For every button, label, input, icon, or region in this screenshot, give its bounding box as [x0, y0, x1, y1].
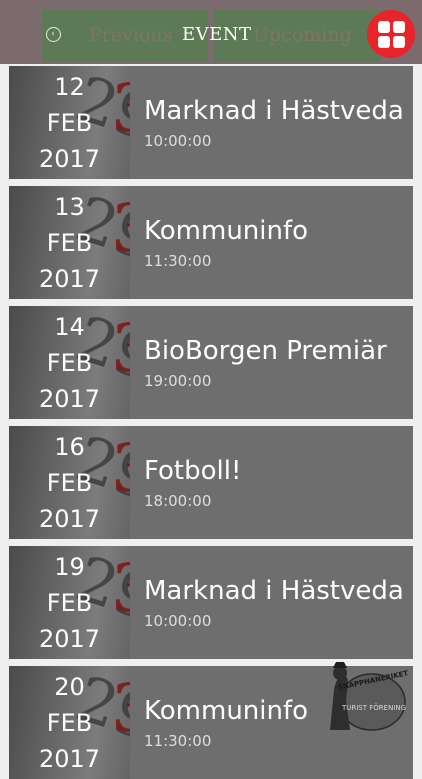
event-month: FEB: [46, 348, 93, 377]
event-year: 2017: [38, 144, 101, 173]
event-name: Fotboll!: [144, 456, 242, 486]
logo-text-bottom: TURIST FÖRENING: [341, 703, 406, 712]
page-title: EVENT: [182, 24, 252, 45]
event-day: 16: [54, 432, 85, 461]
event-month: FEB: [46, 228, 93, 257]
event-name: BioBorgen Premiär: [144, 336, 387, 366]
event-item[interactable]: 293 13 FEB 2017 Kommuninfo 11:30:00: [9, 186, 413, 299]
event-year: 2017: [38, 744, 101, 773]
event-date: 20 FEB 2017: [9, 666, 130, 779]
event-day: 20: [54, 672, 85, 701]
event-month: FEB: [46, 708, 93, 737]
event-item[interactable]: 293 19 FEB 2017 Marknad i Hästveda 10:00…: [9, 546, 413, 659]
event-year: 2017: [38, 624, 101, 653]
tourist-association-logo: SNAPPHANERIKETS TURIST FÖRENING: [320, 660, 414, 732]
event-time: 10:00:00: [144, 612, 212, 630]
tab-previous[interactable]: Previous: [89, 24, 172, 46]
event-item[interactable]: 293 16 FEB 2017 Fotboll! 18:00:00: [9, 426, 413, 539]
event-day: 12: [54, 72, 85, 101]
event-year: 2017: [38, 384, 101, 413]
event-date: 16 FEB 2017: [9, 426, 130, 539]
event-date: 14 FEB 2017: [9, 306, 130, 419]
event-month: FEB: [46, 108, 93, 137]
chevron-left-icon[interactable]: ‹: [46, 27, 61, 42]
event-name: Marknad i Hästveda: [144, 96, 404, 126]
event-day: 14: [54, 312, 85, 341]
event-name: Kommuninfo: [144, 696, 309, 726]
event-time: 18:00:00: [144, 492, 212, 510]
event-date: 12 FEB 2017: [9, 66, 130, 179]
event-date: 13 FEB 2017: [9, 186, 130, 299]
event-item[interactable]: 293 12 FEB 2017 Marknad i Hästveda 10:00…: [9, 66, 413, 179]
event-date: 19 FEB 2017: [9, 546, 130, 659]
event-day: 13: [54, 192, 85, 221]
event-year: 2017: [38, 264, 101, 293]
event-time: 11:30:00: [144, 732, 212, 750]
tab-upcoming[interactable]: Upcoming: [253, 24, 352, 46]
grid-menu-button[interactable]: [367, 10, 415, 58]
grid-icon: [377, 20, 390, 33]
event-item[interactable]: 293 14 FEB 2017 BioBorgen Premiär 19:00:…: [9, 306, 413, 419]
event-time: 19:00:00: [144, 372, 212, 390]
app-header: ‹ Previous EVENT Upcoming: [0, 0, 422, 64]
event-time: 10:00:00: [144, 132, 212, 150]
event-name: Kommuninfo: [144, 216, 309, 246]
event-year: 2017: [38, 504, 101, 533]
event-month: FEB: [46, 468, 93, 497]
event-name: Marknad i Hästveda: [144, 576, 404, 606]
event-time: 11:30:00: [144, 252, 212, 270]
svg-text:TURIST FÖRENING: TURIST FÖRENING: [341, 703, 406, 712]
event-day: 19: [54, 552, 85, 581]
event-month: FEB: [46, 588, 93, 617]
